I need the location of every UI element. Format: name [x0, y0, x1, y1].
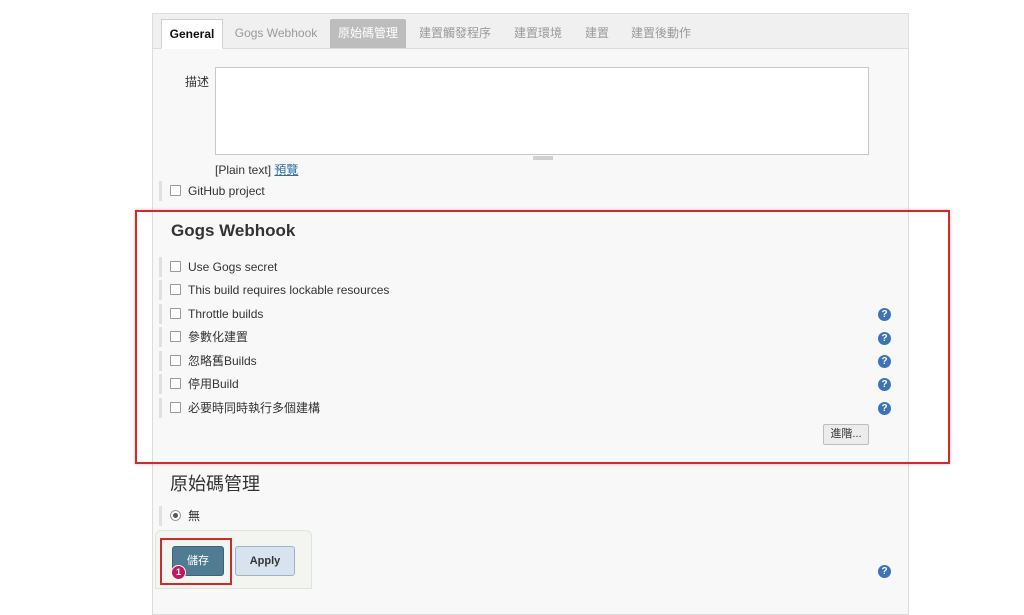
preview-link[interactable]: 預覽	[274, 163, 298, 177]
tab-general[interactable]: General	[161, 19, 223, 49]
tab-gogs-webhook[interactable]: Gogs Webhook	[229, 19, 323, 48]
step-badge: 1	[171, 565, 186, 580]
help-icon[interactable]: ?	[878, 565, 891, 578]
plain-text-note: [Plain text] 預覽	[215, 161, 298, 178]
tab-post-build[interactable]: 建置後動作	[623, 19, 699, 48]
github-project-label: GitHub project	[188, 184, 265, 198]
apply-button[interactable]: Apply	[235, 546, 295, 576]
scm-none-radio[interactable]	[170, 510, 181, 522]
plain-text-label: [Plain text]	[215, 163, 272, 177]
resize-grip[interactable]	[533, 156, 553, 160]
description-label: 描述	[185, 75, 210, 89]
tab-build[interactable]: 建置	[578, 19, 616, 48]
github-project-checkbox[interactable]	[170, 185, 181, 197]
scm-none-label: 無	[188, 509, 201, 523]
tab-scm[interactable]: 原始碼管理	[330, 19, 406, 48]
description-textarea[interactable]	[215, 67, 869, 155]
scm-none-row[interactable]: 無	[159, 506, 879, 526]
highlight-box-save	[160, 538, 232, 585]
tab-build-triggers[interactable]: 建置觸發程序	[415, 19, 495, 48]
tab-bar: General Gogs Webhook 原始碼管理 建置觸發程序 建置環境 建…	[153, 14, 908, 49]
tab-build-env[interactable]: 建置環境	[503, 19, 573, 48]
scm-section-title: 原始碼管理	[170, 474, 260, 494]
github-project-row[interactable]: GitHub project	[159, 181, 879, 201]
highlight-box-gogs	[135, 210, 950, 464]
